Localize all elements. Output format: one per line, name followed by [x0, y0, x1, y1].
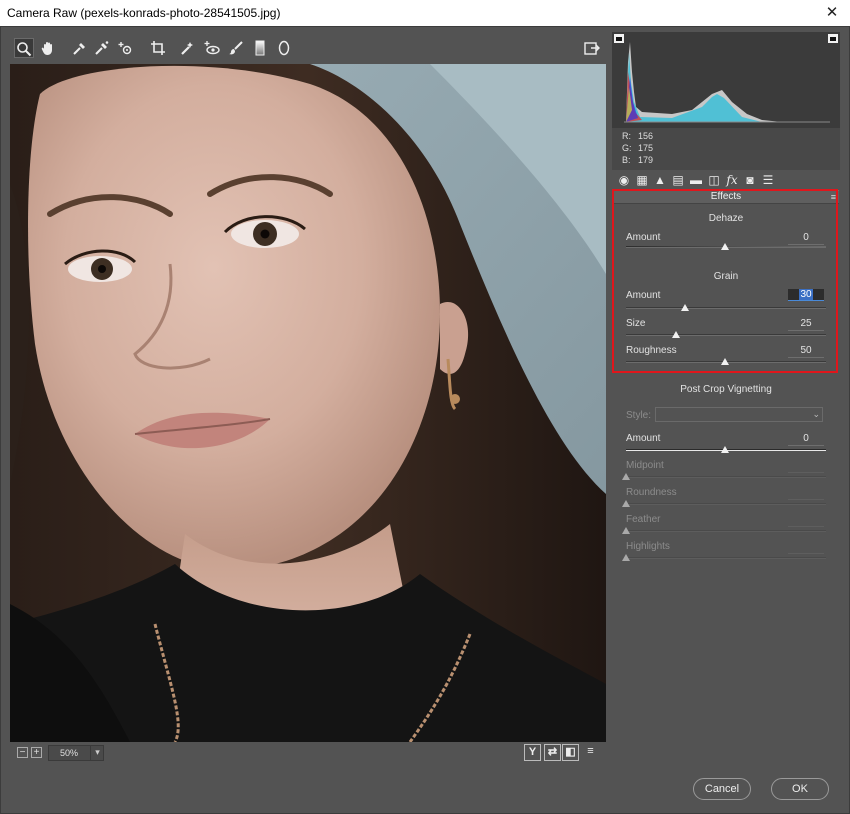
slider-thumb	[622, 500, 630, 507]
vignette-roundness-label: Roundness	[626, 487, 677, 498]
b-label: B:	[622, 155, 631, 165]
open-preferences-icon[interactable]	[582, 38, 602, 58]
chevron-down-icon[interactable]: ▾	[90, 745, 104, 761]
zoom-tool-icon[interactable]	[14, 38, 34, 58]
vignette-highlights-label: Highlights	[626, 541, 670, 552]
slider-thumb	[622, 527, 630, 534]
vignette-title: Post Crop Vignetting	[680, 384, 772, 395]
r-value: 156	[638, 131, 654, 141]
title-bar: Camera Raw (pexels-konrads-photo-2854150…	[0, 0, 850, 26]
slider-thumb	[622, 473, 630, 480]
r-label: R:	[622, 131, 631, 141]
tab-camera-calibration[interactable]: ◙	[742, 172, 758, 188]
vignette-feather-slider	[626, 530, 826, 532]
ok-button[interactable]: OK	[771, 778, 829, 800]
image-preview[interactable]	[10, 64, 606, 742]
targeted-adjustment-tool-icon[interactable]	[116, 38, 136, 58]
vignette-roundness-slider	[626, 503, 826, 505]
tab-split-toning[interactable]: ▬	[688, 172, 704, 188]
copy-settings-button[interactable]: ◧	[562, 744, 579, 761]
tab-effects[interactable]: fx	[724, 172, 740, 188]
g-label: G:	[622, 143, 632, 153]
radial-filter-icon[interactable]	[274, 38, 294, 58]
zoom-level-value: 50%	[60, 748, 79, 758]
color-sampler-tool-icon[interactable]	[92, 38, 112, 58]
red-eye-tool-icon[interactable]	[202, 38, 222, 58]
zoom-out-button[interactable]: −	[17, 747, 28, 758]
panel-tabs: ◉ ▦ ▲ ▤ ▬ ◫ fx ◙ ☰	[612, 170, 840, 190]
tab-lens-corrections[interactable]: ◫	[706, 172, 722, 188]
zoom-in-button[interactable]: +	[31, 747, 42, 758]
spot-removal-tool-icon[interactable]	[178, 38, 198, 58]
slider-thumb[interactable]	[721, 446, 729, 453]
swap-before-after-button[interactable]: ⇄	[544, 744, 561, 761]
cancel-button[interactable]: Cancel	[693, 778, 751, 800]
window-title: Camera Raw (pexels-konrads-photo-2854150…	[7, 6, 281, 20]
tab-tone-curve[interactable]: ▦	[634, 172, 650, 188]
graduated-filter-icon[interactable]	[250, 38, 270, 58]
tab-hsl[interactable]: ▤	[670, 172, 686, 188]
white-balance-tool-icon[interactable]	[70, 38, 90, 58]
vignette-highlights-slider	[626, 557, 826, 559]
close-icon[interactable]: ✕	[822, 3, 842, 21]
vignette-style-label: Style:	[626, 410, 652, 421]
rgb-readout: R: 156 G: 175 B: 179	[612, 128, 840, 170]
g-value: 175	[638, 143, 654, 153]
hand-tool-icon[interactable]	[38, 38, 58, 58]
b-value: 179	[638, 155, 654, 165]
vignette-midpoint-label: Midpoint	[626, 460, 664, 471]
before-after-toggle-button[interactable]: Y	[524, 744, 541, 761]
tab-basic[interactable]: ◉	[616, 172, 632, 188]
vignette-feather-label: Feather	[626, 514, 661, 525]
tab-presets[interactable]: ☰	[760, 172, 776, 188]
vignette-midpoint-slider	[626, 476, 826, 478]
vignette-style-select: ⌄	[655, 407, 823, 422]
settings-sliders-icon[interactable]: ≡	[582, 744, 599, 761]
vignette-amount-label: Amount	[626, 433, 661, 444]
effects-highlight-box	[612, 189, 838, 373]
tab-detail[interactable]: ▲	[652, 172, 668, 188]
vignette-amount-value[interactable]: 0	[788, 433, 824, 444]
chevron-down-icon: ⌄	[812, 409, 820, 419]
slider-thumb	[622, 554, 630, 561]
photo-status-bar: − + 50% ▾ Y ⇄ ◧ ≡	[10, 744, 606, 764]
histogram	[612, 32, 840, 128]
crop-tool-icon[interactable]	[148, 38, 168, 58]
adjustment-brush-icon[interactable]	[226, 38, 246, 58]
toolbar	[10, 36, 606, 62]
